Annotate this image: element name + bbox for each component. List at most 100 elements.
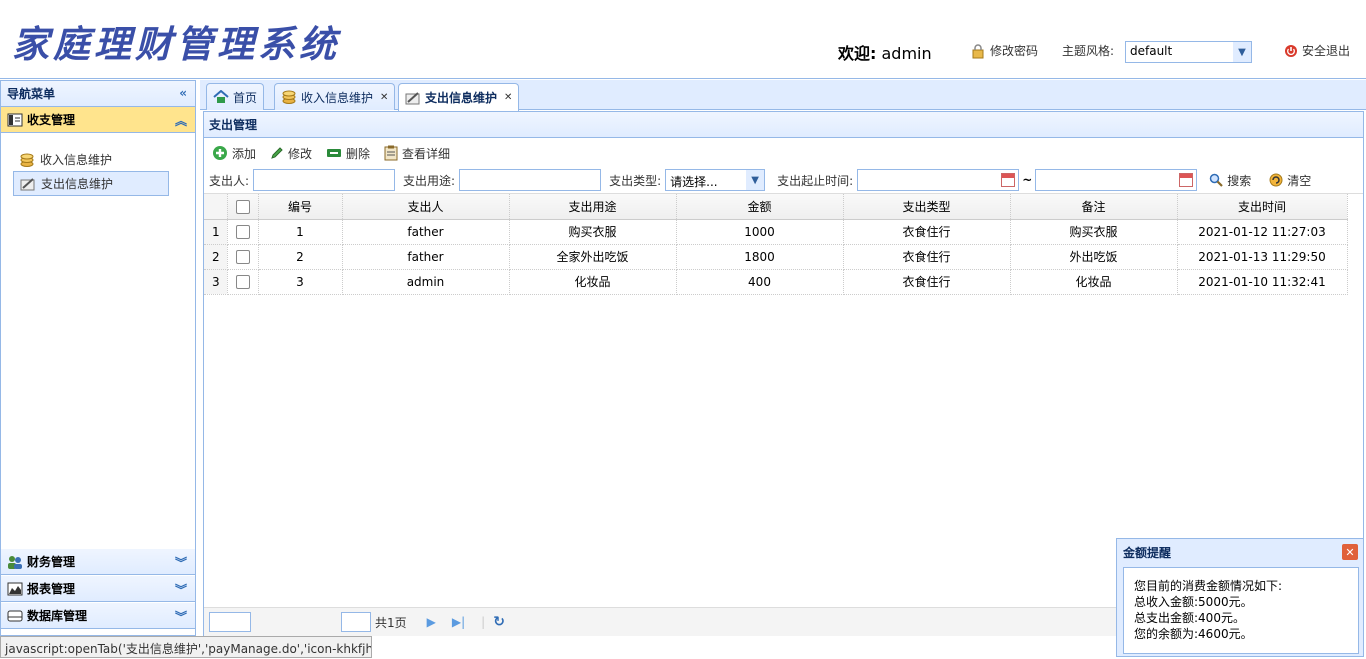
tab-label: 收入信息维护 bbox=[301, 90, 374, 105]
people-icon bbox=[8, 555, 22, 569]
logout-link[interactable]: 安全退出 bbox=[1284, 42, 1350, 59]
chevron-down-icon[interactable]: ︾ bbox=[175, 581, 187, 598]
column-header[interactable]: 支出人 bbox=[342, 194, 510, 220]
column-header[interactable]: 编号 bbox=[258, 194, 343, 220]
row-number-header bbox=[204, 194, 228, 220]
next-page-icon[interactable]: ▶ bbox=[427, 615, 436, 629]
sidebar-section-database[interactable]: 数据库管理 ︾ bbox=[1, 603, 195, 629]
search-icon bbox=[1210, 173, 1224, 187]
sidebar-item-expense[interactable]: 支出信息维护 bbox=[13, 171, 169, 196]
cell-type: 衣食住行 bbox=[843, 244, 1011, 270]
cell-amount: 1800 bbox=[676, 244, 844, 270]
date-separator: ~ bbox=[1022, 173, 1033, 187]
row-number: 1 bbox=[204, 219, 228, 245]
notice-title: 金额提醒 ✕ bbox=[1117, 539, 1363, 565]
tab-label: 首页 bbox=[233, 90, 258, 105]
search-button[interactable]: 搜索 bbox=[1209, 172, 1251, 189]
lock-icon bbox=[972, 43, 984, 58]
checkbox-cell bbox=[227, 219, 259, 245]
notice-line: 您目前的消费金额情况如下: bbox=[1134, 579, 1283, 593]
chevron-down-icon[interactable]: ▼ bbox=[746, 170, 765, 190]
notice-title-label: 金额提醒 bbox=[1123, 545, 1172, 560]
close-icon[interactable]: ✕ bbox=[1342, 544, 1358, 560]
clear-icon bbox=[1269, 173, 1283, 187]
cell-purpose: 化妆品 bbox=[509, 269, 677, 295]
table-row[interactable]: 2 2 father 全家外出吃饭 1800 衣食住行 外出吃饭 2021-01… bbox=[204, 244, 1348, 270]
chevron-down-icon[interactable]: ▼ bbox=[1233, 42, 1251, 62]
chevron-down-icon[interactable]: ︾ bbox=[175, 554, 187, 571]
view-detail-button[interactable]: 查看详细 bbox=[384, 145, 450, 162]
type-select[interactable]: 请选择... ▼ bbox=[665, 169, 766, 191]
cell-type: 衣食住行 bbox=[843, 269, 1011, 295]
payer-input[interactable] bbox=[253, 169, 396, 191]
row-number: 3 bbox=[204, 269, 228, 295]
delete-button[interactable]: 删除 bbox=[326, 145, 370, 162]
select-all-checkbox[interactable] bbox=[235, 199, 250, 214]
chevron-down-icon[interactable]: ︾ bbox=[175, 608, 187, 625]
total-pages: 共1页 bbox=[375, 615, 407, 630]
browser-status-bar: javascript:openTab('支出信息维护','payManage.d… bbox=[0, 636, 372, 658]
search-row: 支出人: 支出用途: 支出类型: 请选择... ▼ 支出起止时间: ~ 搜索 清… bbox=[204, 168, 1365, 192]
sidebar-title: 导航菜单 « bbox=[1, 81, 195, 107]
edit-button[interactable]: 修改 bbox=[270, 145, 312, 162]
type-label: 支出类型: bbox=[609, 173, 662, 188]
notice-line: 您的余额为:4600元。 bbox=[1134, 627, 1253, 641]
column-header[interactable]: 支出类型 bbox=[843, 194, 1011, 220]
row-number: 2 bbox=[204, 244, 228, 270]
edit-label: 修改 bbox=[288, 146, 313, 161]
chart-icon bbox=[7, 582, 23, 595]
close-icon[interactable]: ✕ bbox=[380, 92, 388, 103]
start-date-input[interactable] bbox=[857, 169, 1020, 191]
add-button[interactable]: 添加 bbox=[212, 145, 256, 162]
type-value: 请选择... bbox=[670, 175, 718, 189]
column-header[interactable]: 金额 bbox=[676, 194, 844, 220]
sidebar-section-reports[interactable]: 报表管理 ︾ bbox=[1, 576, 195, 602]
column-header[interactable]: 备注 bbox=[1010, 194, 1178, 220]
cell-time: 2021-01-12 11:27:03 bbox=[1177, 219, 1348, 245]
tab-income[interactable]: 收入信息维护 ✕ bbox=[274, 83, 396, 110]
close-icon[interactable]: ✕ bbox=[504, 92, 512, 103]
logout-label: 安全退出 bbox=[1302, 44, 1351, 58]
notice-line: 总收入金额:5000元。 bbox=[1134, 595, 1253, 609]
expense-table: 编号 支出人 支出用途 金额 支出类型 备注 支出时间 1 1 father 购… bbox=[204, 194, 1348, 295]
date-range-label: 支出起止时间: bbox=[777, 173, 854, 188]
column-header[interactable]: 支出用途 bbox=[509, 194, 677, 220]
coins-icon bbox=[20, 153, 34, 167]
cell-note: 购买衣服 bbox=[1010, 219, 1178, 245]
sidebar-section-label: 数据库管理 bbox=[27, 609, 88, 623]
row-checkbox[interactable] bbox=[235, 224, 250, 239]
collapse-left-icon[interactable]: « bbox=[179, 86, 187, 100]
cell-amount: 1000 bbox=[676, 219, 844, 245]
notice-line: 总支出金额:400元。 bbox=[1134, 611, 1245, 625]
sidebar-section-finance[interactable]: 财务管理 ︾ bbox=[1, 549, 195, 575]
page-size-select[interactable] bbox=[209, 612, 251, 632]
calendar-icon[interactable] bbox=[1001, 173, 1016, 187]
row-checkbox[interactable] bbox=[235, 249, 250, 264]
calendar-icon[interactable] bbox=[1179, 173, 1194, 187]
change-password-link[interactable]: 修改密码 bbox=[970, 42, 1038, 59]
chevron-up-icon[interactable]: ︽ bbox=[175, 112, 187, 129]
clear-button[interactable]: 清空 bbox=[1269, 172, 1311, 189]
row-checkbox[interactable] bbox=[235, 274, 250, 289]
cell-purpose: 购买衣服 bbox=[509, 219, 677, 245]
theme-label: 主题风格: bbox=[1062, 44, 1115, 58]
tab-expense[interactable]: 支出信息维护 ✕ bbox=[398, 83, 520, 111]
purpose-input[interactable] bbox=[459, 169, 602, 191]
sidebar-section-income-expense[interactable]: 收支管理 ︽ bbox=[1, 107, 195, 133]
end-date-input[interactable] bbox=[1035, 169, 1198, 191]
panel-title: 支出管理 bbox=[204, 112, 1363, 138]
table-row[interactable]: 1 1 father 购买衣服 1000 衣食住行 购买衣服 2021-01-1… bbox=[204, 219, 1348, 245]
cell-id: 1 bbox=[258, 219, 343, 245]
last-page-icon[interactable]: ▶| bbox=[452, 615, 465, 629]
cell-id: 2 bbox=[258, 244, 343, 270]
tab-home[interactable]: 首页 bbox=[206, 83, 265, 110]
table-header-row: 编号 支出人 支出用途 金额 支出类型 备注 支出时间 bbox=[204, 194, 1348, 220]
sidebar-item-income[interactable]: 收入信息维护 bbox=[13, 147, 169, 172]
column-header[interactable]: 支出时间 bbox=[1177, 194, 1348, 220]
page-number-input[interactable] bbox=[341, 612, 371, 632]
refresh-icon[interactable]: ↻ bbox=[493, 614, 505, 630]
clipboard-icon bbox=[384, 145, 398, 161]
home-icon bbox=[213, 90, 229, 103]
theme-select[interactable]: default ▼ bbox=[1125, 41, 1252, 63]
table-row[interactable]: 3 3 admin 化妆品 400 衣食住行 化妆品 2021-01-10 11… bbox=[204, 269, 1348, 295]
